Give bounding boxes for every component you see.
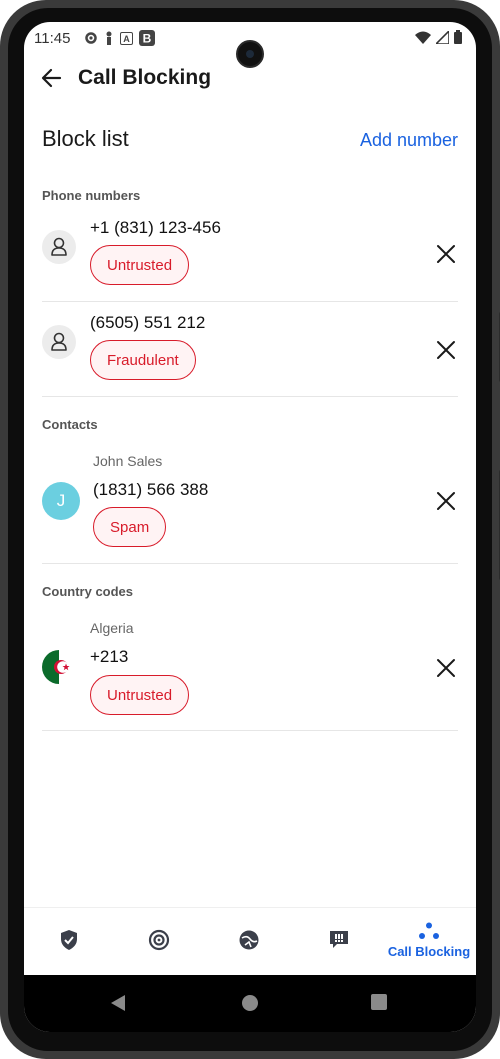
blocked-number: (6505) 551 212 xyxy=(90,313,206,332)
algeria-flag-icon xyxy=(42,650,76,684)
nav-item-messages[interactable] xyxy=(294,908,384,972)
close-icon[interactable] xyxy=(434,489,458,513)
globe-icon xyxy=(239,930,259,950)
country-name: Algeria xyxy=(90,620,134,636)
divider xyxy=(42,563,458,564)
target-icon xyxy=(148,929,170,951)
status-icons-right xyxy=(415,30,462,44)
list-item: +1 (831) 123-456 Untrusted xyxy=(42,210,458,302)
system-nav-bar xyxy=(24,975,476,1032)
chat-alert-icon xyxy=(330,931,348,948)
close-icon[interactable] xyxy=(434,242,458,266)
recents-square-icon[interactable] xyxy=(371,994,387,1010)
settings-icon xyxy=(85,32,97,44)
app-bar: Call Blocking xyxy=(24,60,476,100)
nav-item-web[interactable] xyxy=(204,908,294,972)
nav-label-call-blocking: Call Blocking xyxy=(387,943,471,959)
person-icon xyxy=(42,230,76,264)
phone-numbers-label: Phone numbers xyxy=(42,188,141,203)
bottom-nav: Call Blocking xyxy=(24,907,476,976)
screen: 11:45 A B Call Blocking Block list Add n… xyxy=(24,22,476,1032)
signal-icon xyxy=(436,30,449,44)
accessibility-icon xyxy=(106,31,112,45)
status-badge: Fraudulent xyxy=(90,340,196,380)
nav-item-call-blocking[interactable]: Call Blocking xyxy=(384,908,474,972)
country-codes-label: Country codes xyxy=(42,584,134,599)
contact-name: John Sales xyxy=(93,453,163,469)
close-icon[interactable] xyxy=(434,656,458,680)
home-circle-icon[interactable] xyxy=(241,994,259,1012)
dots-icon xyxy=(419,922,439,939)
person-icon xyxy=(42,325,76,359)
country-code: +213 xyxy=(90,647,129,666)
contacts-label: Contacts xyxy=(42,417,98,432)
status-badge: Untrusted xyxy=(90,245,190,285)
shield-check-icon xyxy=(61,930,77,950)
status-time: 11:45 xyxy=(34,30,71,47)
list-item: Algeria +213 Untrusted xyxy=(42,610,458,731)
battery-icon xyxy=(454,30,462,44)
nav-item-scan[interactable] xyxy=(114,908,204,972)
divider xyxy=(42,730,458,731)
divider xyxy=(42,396,458,397)
svg-text:A: A xyxy=(123,34,130,44)
blocked-number: (1831) 566 388 xyxy=(93,480,209,499)
close-icon[interactable] xyxy=(434,338,458,362)
add-number-button[interactable]: Add number xyxy=(360,130,458,151)
blocked-number: +1 (831) 123-456 xyxy=(90,218,221,237)
page-title: Call Blocking xyxy=(78,66,212,89)
list-item: John Sales J (1831) 566 388 Spam xyxy=(42,442,458,564)
a-box-icon: A xyxy=(120,31,133,45)
svg-text:B: B xyxy=(143,32,152,46)
list-item: (6505) 551 212 Fraudulent xyxy=(42,302,458,397)
status-icons-left: A B xyxy=(84,30,155,46)
block-list-heading: Block list xyxy=(42,126,129,151)
avatar: J xyxy=(42,482,80,520)
status-badge: Spam xyxy=(93,507,167,547)
arrow-left-icon[interactable] xyxy=(38,64,66,92)
wifi-icon xyxy=(415,31,431,44)
nav-item-protection[interactable] xyxy=(24,908,114,972)
b-box-icon: B xyxy=(139,30,155,46)
back-triangle-icon[interactable] xyxy=(110,994,126,1012)
status-badge: Untrusted xyxy=(90,675,190,715)
